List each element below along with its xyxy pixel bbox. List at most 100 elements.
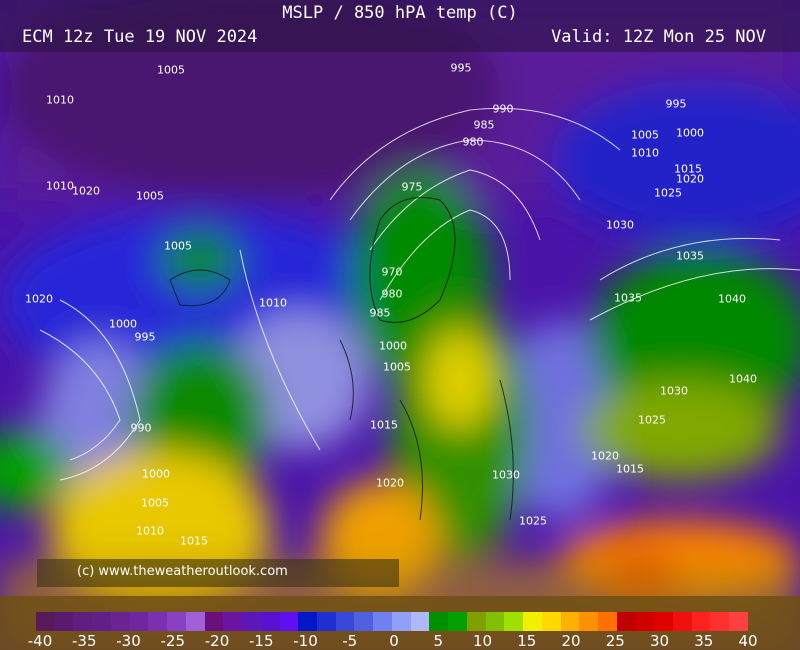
- isobar-label: 1030: [606, 218, 634, 232]
- colorbar-swatch: [598, 612, 617, 631]
- valid-time-label: Valid: 12Z Mon 25 NOV: [551, 27, 766, 47]
- weather-map-view: MSLP / 850 hPA temp (C) ECM 12z Tue 19 N…: [0, 0, 800, 650]
- model-run-label: ECM 12z Tue 19 NOV 2024: [22, 27, 258, 47]
- isobar-label: 1020: [591, 449, 619, 463]
- colorbar-tick-label: -30: [116, 632, 141, 650]
- isobar-label: 1020: [25, 292, 53, 306]
- colorbar-tick-label: -5: [342, 632, 358, 650]
- colorbar-swatch: [223, 612, 243, 631]
- colorbar-tick-label: 5: [433, 632, 444, 650]
- isobar-label: 1010: [631, 146, 659, 160]
- isobar-label: 1005: [141, 496, 169, 510]
- colorbar-swatch: [504, 612, 524, 631]
- isobar-label: 975: [401, 180, 423, 194]
- isobar-label: 1000: [109, 317, 137, 331]
- isobar-label: 1025: [654, 186, 682, 200]
- isobar-label: 980: [381, 287, 403, 301]
- colorbar-swatch: [148, 612, 168, 631]
- isobar-label: 985: [473, 118, 495, 132]
- colorbar-swatch: [729, 612, 748, 631]
- colorbar-swatch: [541, 612, 561, 631]
- colorbar-swatch: [560, 612, 580, 631]
- isobar-label: 1035: [614, 291, 642, 305]
- colorbar-swatch: [279, 612, 299, 631]
- isobar-label: 970: [381, 265, 403, 279]
- isobar-label: 1000: [676, 126, 704, 140]
- colorbar-tick-label: 10: [472, 632, 493, 650]
- colorbar-swatch: [710, 612, 730, 631]
- isobar-label: 1015: [370, 418, 398, 432]
- isobar-label: 1015: [180, 534, 208, 548]
- colorbar-swatch: [298, 612, 318, 631]
- colorbar-swatch: [523, 612, 542, 631]
- colorbar-swatch: [448, 612, 467, 631]
- colorbar-tick-label: -35: [72, 632, 97, 650]
- colorbar-swatch: [54, 612, 74, 631]
- colorbar-swatch: [654, 612, 673, 631]
- isobar-label: 1010: [46, 179, 74, 193]
- colorbar-swatch: [410, 612, 430, 631]
- isobar-label: 1005: [164, 239, 192, 253]
- isobar-label: 1010: [46, 93, 74, 107]
- isobar-label: 1020: [376, 476, 404, 490]
- colorbar-swatch: [36, 612, 55, 631]
- isobar-label: 1005: [631, 128, 659, 142]
- colorbar-swatch: [110, 612, 130, 631]
- colorbar-swatch: [391, 612, 411, 631]
- colorbar-swatch: [373, 612, 392, 631]
- colorbar-tick-label: 25: [605, 632, 625, 650]
- isobar-label: 995: [134, 330, 156, 344]
- colorbar-tick-label: -10: [293, 632, 318, 650]
- colorbar-swatch: [672, 612, 692, 631]
- isobar-label: 980: [462, 135, 484, 149]
- isobar-label: 1035: [676, 249, 704, 263]
- isobar-label: 1010: [259, 296, 287, 310]
- colorbar-swatch: [466, 612, 486, 631]
- isobar-label: 1005: [383, 360, 411, 374]
- isobar-label: 995: [450, 61, 472, 75]
- colorbar-tick-label: 35: [694, 632, 714, 650]
- map-title: MSLP / 850 hPA temp (C): [282, 3, 518, 23]
- colorbar-tick-label: 30: [649, 632, 670, 650]
- colorbar-swatch: [92, 612, 111, 631]
- isobar-label: 1000: [142, 467, 170, 481]
- colorbar-tick-label: 15: [517, 632, 537, 650]
- colorbar-swatch: [185, 612, 205, 631]
- colorbar-swatch: [429, 612, 449, 631]
- colorbar-tick-label: -40: [27, 632, 53, 650]
- isobar-label: 1040: [718, 292, 746, 306]
- isobar-label: 985: [369, 306, 391, 320]
- isobar-label: 1025: [638, 413, 666, 427]
- isobar-label: 1015: [616, 462, 644, 476]
- colorbar-swatch: [335, 612, 355, 631]
- colorbar-tick-label: -25: [160, 632, 186, 650]
- isobar-label: 1020: [676, 172, 704, 186]
- colorbar-swatch: [317, 612, 336, 631]
- isobar-label: 990: [492, 102, 514, 116]
- colorbar-tick-label: 40: [738, 632, 758, 650]
- isobar-label: 1000: [379, 339, 407, 353]
- colorbar-swatch: [242, 612, 261, 631]
- colorbar-swatch: [129, 612, 149, 631]
- isobar-label: 1040: [729, 372, 757, 386]
- isobar-label: 1025: [519, 514, 547, 528]
- temperature-colorbar: [36, 612, 748, 631]
- isobar-label: 995: [665, 97, 687, 111]
- colorbar-tick-label: 20: [561, 632, 581, 650]
- isobar-label: 1005: [157, 63, 185, 77]
- isobar-label: 1010: [136, 524, 164, 538]
- copyright-label: (c) www.theweatheroutlook.com: [37, 559, 399, 587]
- colorbar-swatch: [354, 612, 374, 631]
- isobar-label: 1005: [136, 189, 164, 203]
- isobar-label: 1030: [660, 384, 688, 398]
- colorbar-swatch: [579, 612, 599, 631]
- colorbar-swatch: [260, 612, 280, 631]
- colorbar-swatch: [635, 612, 655, 631]
- colorbar-swatch: [73, 612, 93, 631]
- colorbar-tick-label: -15: [249, 632, 274, 650]
- colorbar-swatch: [204, 612, 224, 631]
- isobar-label: 990: [130, 421, 152, 435]
- isobar-label: 1030: [492, 468, 520, 482]
- colorbar-swatch: [485, 612, 505, 631]
- colorbar-tick-label: 0: [389, 632, 399, 650]
